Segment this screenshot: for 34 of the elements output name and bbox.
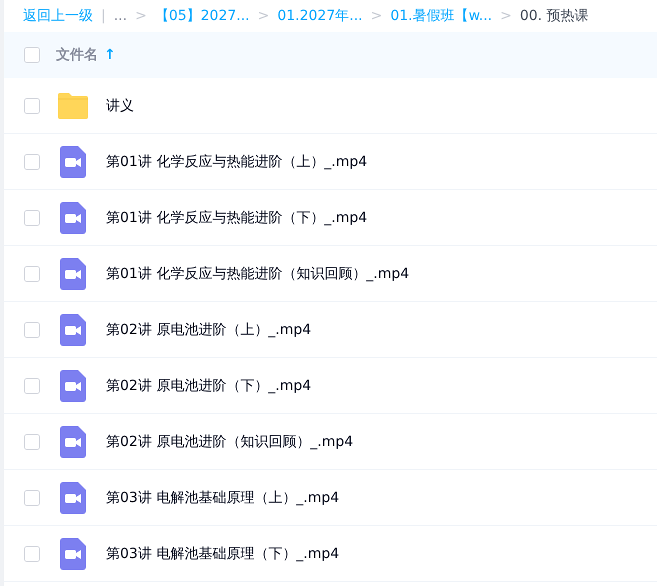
video-file-icon (60, 202, 86, 234)
row-checkbox[interactable] (24, 546, 40, 562)
chevron: > (370, 8, 382, 24)
file-name[interactable]: 第02讲 原电池进阶（知识回顾）_.mp4 (106, 432, 354, 450)
row-checkbox[interactable] (24, 378, 40, 394)
folder-icon (57, 92, 89, 120)
row-checkbox[interactable] (24, 266, 40, 282)
file-name[interactable]: 第02讲 原电池进阶（上）_.mp4 (106, 320, 312, 338)
video-file-icon (60, 482, 86, 514)
row-checkbox[interactable] (24, 434, 40, 450)
select-all-checkbox[interactable] (24, 47, 40, 63)
video-file-icon (60, 370, 86, 402)
chevron: > (135, 8, 147, 24)
video-file-icon (60, 538, 86, 570)
file-name[interactable]: 第01讲 化学反应与热能进阶（知识回顾）_.mp4 (106, 264, 410, 282)
file-name[interactable]: 第01讲 化学反应与热能进阶（上）_.mp4 (106, 152, 368, 170)
current-folder: 00. 预热课 (520, 7, 589, 25)
file-name[interactable]: 讲义 (106, 96, 134, 114)
row-checkbox[interactable] (24, 210, 40, 226)
separator: | (101, 8, 106, 24)
row-checkbox[interactable] (24, 154, 40, 170)
row-checkbox[interactable] (24, 98, 40, 114)
chevron: > (500, 8, 512, 24)
file-name[interactable]: 第02讲 原电池进阶（下）_.mp4 (106, 376, 312, 394)
file-name[interactable]: 第03讲 电解池基础原理（上）_.mp4 (106, 488, 340, 506)
video-file-icon (60, 426, 86, 458)
row-checkbox[interactable] (24, 490, 40, 506)
video-file-icon (60, 146, 86, 178)
video-file-icon (60, 314, 86, 346)
video-file-icon (60, 258, 86, 290)
row-checkbox[interactable] (24, 322, 40, 338)
file-name[interactable]: 第01讲 化学反应与热能进阶（下）_.mp4 (106, 208, 368, 226)
chevron: > (258, 8, 270, 24)
file-name[interactable]: 第03讲 电解池基础原理（下）_.mp4 (106, 544, 340, 562)
